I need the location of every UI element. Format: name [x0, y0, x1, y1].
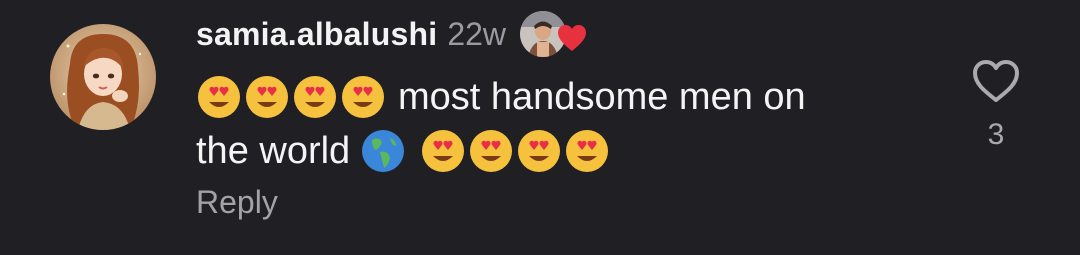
comment-line-2: the world: [196, 124, 956, 178]
comment-text-line-2: the world: [196, 130, 351, 172]
comment-text: most handsome men on the world: [196, 70, 956, 178]
heart-eyes-emoji-icon: [292, 74, 338, 120]
red-heart-icon: [556, 23, 588, 53]
heart-eyes-emoji-icon: [196, 74, 242, 120]
globe-americas-emoji-icon: [360, 128, 406, 174]
like-count: 3: [987, 118, 1005, 151]
heart-eyes-emoji-icon: [420, 128, 466, 174]
user-avatar[interactable]: [50, 24, 156, 130]
comment-line-1: most handsome men on: [196, 70, 956, 124]
heart-eyes-emoji-icon: [244, 74, 290, 120]
username-link[interactable]: samia.albalushi: [196, 16, 437, 53]
comment-timestamp: 22w: [447, 15, 507, 52]
heart-eyes-emoji-icon: [564, 128, 610, 174]
heart-eyes-emoji-icon: [516, 128, 562, 174]
comment-header: samia.albalushi 22w: [196, 10, 588, 58]
heart-eyes-emoji-icon: [340, 74, 386, 120]
liked-by-author-badge: [520, 11, 588, 57]
like-column: 3: [964, 58, 1028, 152]
heart-eyes-emoji-icon: [468, 128, 514, 174]
reply-button[interactable]: Reply: [196, 184, 278, 221]
comment-text-line-1: most handsome men on: [398, 76, 806, 118]
heart-outline-icon[interactable]: [971, 58, 1021, 104]
